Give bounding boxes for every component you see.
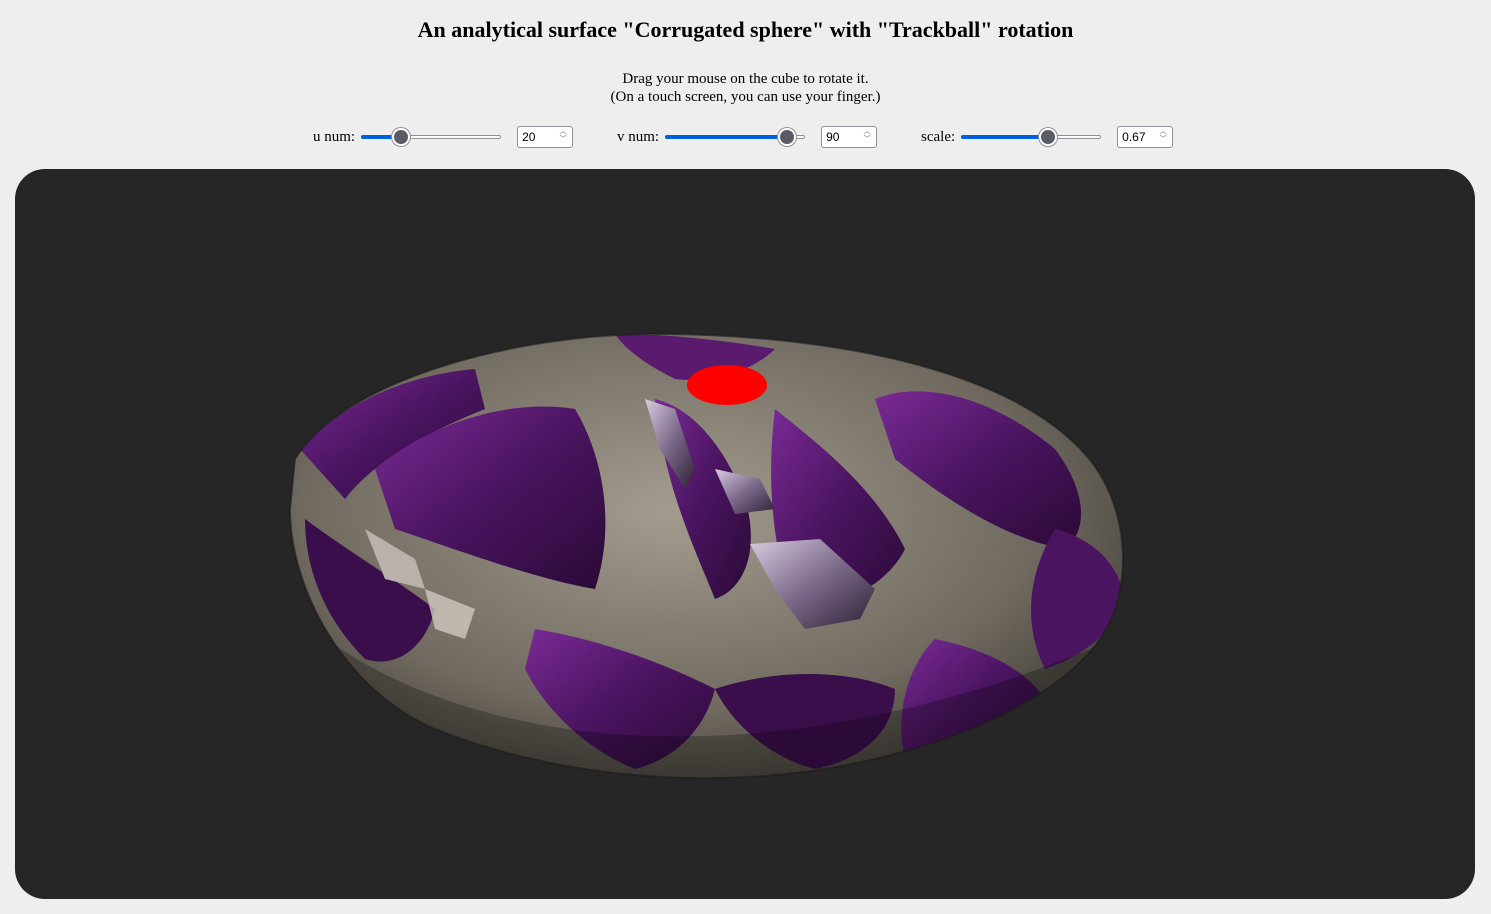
v-num-label: v num:	[617, 128, 660, 145]
u-num-value: 20	[522, 130, 536, 144]
slider-thumb[interactable]	[1039, 128, 1058, 146]
u-num-input[interactable]: 20 ︿ ﹀	[517, 126, 574, 148]
instruction-line-1: Drag your mouse on the cube to rotate it…	[622, 71, 869, 87]
slider-thumb[interactable]	[392, 128, 411, 146]
controls-bar: u num: 20 ︿ ﹀ v num: 90 ︿ ﹀ scale: 0.67 …	[0, 125, 1491, 151]
slider-fill	[961, 135, 1049, 139]
v-num-slider[interactable]	[665, 126, 806, 148]
u-num-label: u num:	[313, 128, 356, 145]
scale-input[interactable]: 0.67 ︿ ﹀	[1117, 126, 1174, 148]
slider-fill	[665, 135, 788, 139]
slider-thumb[interactable]	[778, 128, 797, 146]
u-num-slider[interactable]	[361, 126, 502, 148]
scale-value: 0.67	[1122, 130, 1146, 144]
u-num-control: u num: 20 ︿ ﹀	[313, 125, 574, 149]
v-num-control: v num: 90 ︿ ﹀	[617, 125, 878, 149]
spin-arrows-icon[interactable]: ︿ ﹀	[558, 128, 568, 146]
scale-label: scale:	[921, 128, 956, 145]
instructions: Drag your mouse on the cube to rotate it…	[0, 70, 1491, 106]
scale-control: scale: 0.67 ︿ ﹀	[921, 125, 1174, 149]
spin-arrows-icon[interactable]: ︿ ﹀	[1158, 128, 1168, 146]
webgl-canvas[interactable]	[15, 169, 1475, 899]
page-title: An analytical surface "Corrugated sphere…	[417, 17, 1074, 42]
v-num-input[interactable]: 90 ︿ ﹀	[821, 126, 878, 148]
instruction-line-2: (On a touch screen, you can use your fin…	[610, 89, 881, 105]
trackball-marker	[687, 365, 767, 405]
corrugated-sphere-render	[288, 332, 1124, 780]
v-num-value: 90	[826, 130, 840, 144]
spin-arrows-icon[interactable]: ︿ ﹀	[862, 128, 872, 146]
scale-slider[interactable]	[961, 126, 1102, 148]
